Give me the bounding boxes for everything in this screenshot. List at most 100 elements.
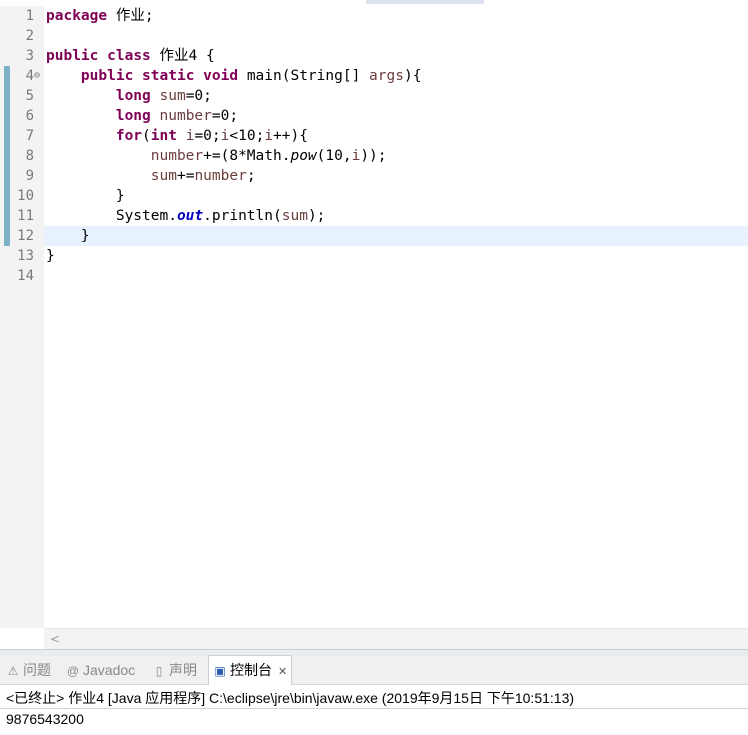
line-number: 6 — [25, 108, 34, 124]
tab-problems[interactable]: ⚠ 问题 — [6, 656, 51, 684]
line-number: 8 — [25, 148, 34, 164]
code-token: <10; — [229, 128, 265, 144]
code-token: static — [142, 68, 195, 84]
code-token: ++){ — [273, 128, 308, 144]
code-token: .println( — [203, 208, 282, 224]
code-token: )); — [360, 148, 387, 164]
code-token: 作业; — [107, 8, 154, 24]
code-token: long — [115, 88, 151, 104]
tab-javadoc-label: Javadoc — [83, 662, 136, 678]
tab-console[interactable]: ▣ 控制台 ✕ — [208, 655, 293, 686]
line-number: 7 — [25, 128, 34, 144]
code-line: public static void main(String[] args){ — [46, 66, 422, 86]
current-line-highlight — [44, 226, 748, 246]
code-token: sum — [281, 208, 308, 224]
code-line: long sum=0; — [46, 86, 212, 106]
code-line: sum+=number; — [46, 166, 256, 186]
code-token: number — [150, 148, 204, 164]
code-line: package 作业; — [46, 6, 154, 26]
code-token: package — [46, 8, 108, 24]
code-line: number+=(8*Math.pow(10,i)); — [46, 146, 387, 166]
close-icon[interactable]: ✕ — [278, 666, 287, 678]
console-panel[interactable]: <已终止> 作业4 [Java 应用程序] C:\eclipse\jre\bin… — [0, 685, 748, 735]
code-editor[interactable]: 1 2 3 4 5 6 7 8 9 10 11 12 13 14 ⊖ package 作业; public … — [0, 0, 748, 650]
code-token: =0; — [185, 88, 212, 104]
line-number: 12 — [17, 228, 34, 244]
code-token: out — [176, 208, 204, 224]
code-token: void — [203, 68, 239, 84]
code-line: } — [46, 246, 55, 266]
code-token: args — [369, 68, 404, 84]
code-token: main(String[] — [238, 68, 370, 84]
problems-icon: ⚠ — [7, 664, 19, 678]
code-token: for — [115, 128, 143, 144]
code-token: } — [46, 188, 125, 204]
line-number: 9 — [25, 168, 34, 184]
bottom-panel-tabs: ⚠ 问题 @ Javadoc ▯ 声明 ▣ 控制台 ✕ — [0, 655, 748, 686]
code-token: class — [107, 48, 151, 64]
code-token: += — [176, 168, 195, 184]
line-number: 5 — [25, 88, 34, 104]
javadoc-icon: @ — [66, 664, 80, 678]
code-line: System.out.println(sum); — [46, 206, 326, 226]
code-line: } — [46, 226, 90, 246]
console-icon: ▣ — [214, 664, 226, 678]
code-token: number — [194, 168, 247, 184]
code-token: 作业4 { — [150, 48, 215, 64]
scroll-left-icon[interactable]: < — [50, 629, 60, 649]
editor-tab-hint — [366, 0, 484, 4]
code-line: for(int i=0;i<10;i++){ — [46, 126, 308, 146]
code-token: int — [150, 128, 177, 144]
code-token: number — [159, 108, 212, 124]
tab-problems-label: 问题 — [23, 662, 51, 678]
fold-collapse-icon[interactable]: ⊖ — [34, 66, 40, 86]
tab-console-label: 控制台 — [230, 662, 272, 678]
code-token: =0; — [194, 128, 221, 144]
console-output: 9876543200 — [6, 711, 84, 727]
line-number: 13 — [17, 248, 34, 264]
console-status-header: <已终止> 作业4 [Java 应用程序] C:\eclipse\jre\bin… — [6, 690, 575, 706]
code-token: ; — [246, 168, 256, 184]
tab-declaration[interactable]: ▯ 声明 — [152, 656, 197, 684]
code-line: public class 作业4 { — [46, 46, 215, 66]
code-token: ); — [307, 208, 326, 224]
panel-splitter[interactable] — [0, 649, 748, 656]
code-token: (10, — [316, 148, 352, 164]
code-token: public — [80, 68, 134, 84]
line-number: 2 — [25, 28, 34, 44]
line-number: 1 — [25, 8, 34, 24]
code-token: =0; — [211, 108, 239, 124]
code-token: sum — [150, 168, 177, 184]
code-token: ( — [142, 128, 151, 144]
code-token: pow — [290, 148, 317, 164]
tab-declaration-label: 声明 — [169, 662, 197, 678]
code-line: } — [46, 186, 125, 206]
line-number: 10 — [17, 188, 34, 204]
horizontal-scrollbar[interactable]: < — [44, 628, 748, 649]
line-number: 14 — [17, 268, 34, 284]
line-number: 11 — [17, 208, 34, 224]
console-divider — [0, 708, 748, 709]
code-token: } — [46, 228, 90, 244]
declaration-icon: ▯ — [155, 664, 163, 678]
line-number: 4 — [25, 68, 34, 84]
code-token: ){ — [403, 68, 422, 84]
tab-javadoc[interactable]: @ Javadoc — [66, 656, 135, 684]
code-token: i — [264, 128, 274, 144]
code-token: } — [46, 248, 55, 264]
code-token: sum — [159, 88, 186, 104]
code-token: System. — [46, 208, 177, 224]
code-token: long — [115, 108, 151, 124]
code-token: public — [46, 48, 99, 64]
